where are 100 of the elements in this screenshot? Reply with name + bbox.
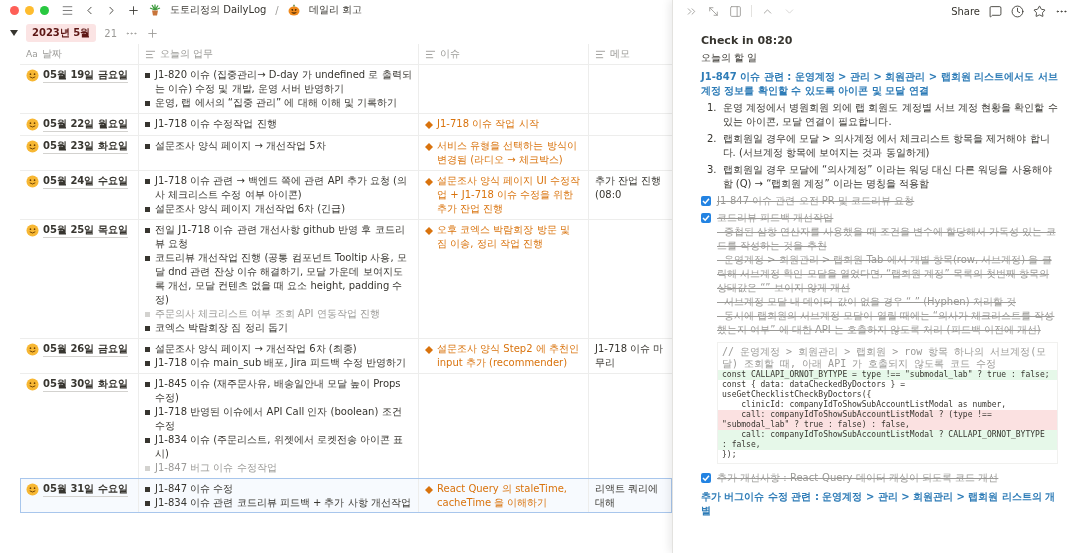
star-icon[interactable] bbox=[1033, 4, 1046, 18]
task-text: 설문조사 양식 페이지 → 개선작업 6차 (최종) bbox=[155, 342, 357, 356]
breadcrumb-separator: / bbox=[275, 4, 279, 16]
memo-text: 리액트 쿼리에 대해 bbox=[595, 482, 660, 510]
checkbox[interactable] bbox=[701, 196, 711, 206]
todo-text: 추가 개선사항 : React-Query 데이터 캐싱이 되도록 코드 개선 bbox=[717, 471, 999, 485]
todo-text: 코드리뷰 피드백 개선작업 bbox=[717, 211, 835, 225]
task-text: J1-834 이슈 관련 코드리뷰 피드백 + 추가 사항 개선작업 bbox=[155, 496, 411, 510]
task-text: 설문조사 양식 페이지 개선작업 6차 (긴급) bbox=[155, 202, 346, 216]
task-text: 코드리뷰 개선작업 진행 (공통 컴포넌트 Tooltip 사용, 모달 dnd 관련 잔상 이슈 해결하기, 모달 가운데 보여지도록 개선, 모달 컨텐츠 없을 때 요소 height, padding 수정) bbox=[155, 251, 408, 307]
task-text: J1-718 이슈 main_sub 배포, Jira 피드백 수정 반영하기 bbox=[155, 356, 407, 370]
task-text: J1-847 이슈 수정 bbox=[155, 482, 234, 496]
task-text: J1-845 이슈 (재주문사유, 배송일안내 모달 높이 Props 수정) bbox=[155, 377, 402, 405]
todo-note: - 중첩된 삼항 연산자를 사용했을 때 조건을 변수에 할당해서 가독성 있는 코드를 작성하는 것을 추천 bbox=[717, 225, 1057, 253]
list-number: 2. bbox=[707, 132, 717, 146]
text-type-icon bbox=[425, 48, 436, 60]
todo-note: - 서브계정 모달 내 데이터 값이 없을 경우 “-” (Hyphen) 처리할 것 bbox=[717, 295, 1017, 309]
breadcrumb-link[interactable]: 도토리정의 DailyLog bbox=[170, 3, 267, 17]
list-item-text: 운영 계정에서 병원회원 외에 랩 회원도 계정별 서브 계정 현황을 확인할 수 있는 아이콘, 모달 연결이 필요합니다. bbox=[722, 101, 1058, 129]
paragraph: 오늘의 할 일 bbox=[701, 51, 759, 65]
share-button[interactable]: Share bbox=[951, 5, 980, 17]
issue-text: React Query 의 staleTime, cacheTime 을 이해하기 bbox=[437, 482, 568, 510]
breadcrumb-link[interactable]: 데일리 회고 bbox=[308, 3, 362, 17]
text-type-icon bbox=[595, 48, 606, 60]
smiley-icon bbox=[26, 224, 39, 237]
task-text: J1-834 이슈 (주문리스트, 위젯에서 로켓전송 아이콘 표시) bbox=[155, 433, 405, 461]
issue-text: 설문조사 양식 Step2 에 추천인 input 추가 (recommender) bbox=[437, 342, 580, 370]
task-text: J1-820 이슈 (집중관리→ D-day 가 undefined 로 출력되는 이슈) 수정 및 개발, 운영 서버 반영하기 bbox=[155, 68, 412, 96]
comment-icon[interactable] bbox=[989, 4, 1002, 18]
table-row[interactable]: 05월 24일 수요일 J1-718 이슈 관련 → 백엔드 쪽에 관련 API 추가 요청 (의사 체크리스트 수정 여부 아이콘) 설문조사 양식 페이지 개선작업 6차 (긴급) 설문조사 양식 페이지 UI 수정작업 + J1-718 이슈 수정을 위한 추가 잔업 진행 추가 잔업 진행 (08:0 bbox=[20, 170, 672, 219]
smiley-icon bbox=[26, 343, 39, 356]
smiley-icon bbox=[26, 118, 39, 131]
task-text: 운영, 랩 에서의 “집중 관리” 에 대해 이해 및 기록하기 bbox=[155, 96, 398, 110]
smiley-icon bbox=[26, 69, 39, 82]
group-count: 21 bbox=[104, 27, 117, 39]
table-row[interactable] bbox=[20, 219, 672, 338]
table-row[interactable]: 05월 31일 수요일 J1-847 이슈 수정 J1-834 이슈 관련 코드리뷰 피드백 + 추가 사항 개선작업 React Query 의 staleTime, cacheTime 을 이해하기 리액트 쿼리에 대해 bbox=[20, 478, 672, 513]
table-row[interactable]: 05월 23일 화요일 설문조사 양식 페이지 → 개선작업 5차 서비스 유형을 선택하는 방식이 변경됨 (라디오 → 체크박스) bbox=[20, 135, 672, 170]
text-type-icon bbox=[145, 48, 156, 60]
date-title[interactable]: 05월 31일 수요일 bbox=[43, 482, 128, 497]
panel-icon[interactable] bbox=[729, 4, 742, 18]
expand-icon[interactable] bbox=[707, 4, 720, 18]
date-title[interactable]: 05월 24일 수요일 bbox=[43, 174, 128, 189]
page-title: Check in 08:20 bbox=[701, 34, 794, 48]
issue-text: 서비스 유형을 선택하는 방식이 변경됨 (라디오 → 체크박스) bbox=[437, 139, 578, 167]
diamond-icon bbox=[425, 346, 433, 354]
smiley-icon bbox=[26, 175, 39, 188]
date-title[interactable]: 05월 30일 화요일 bbox=[43, 377, 128, 392]
date-title[interactable]: 05월 19일 금요일 bbox=[43, 68, 128, 83]
diamond-icon bbox=[425, 227, 433, 235]
smiley-icon bbox=[26, 483, 39, 496]
task-text: 전일 J1-718 이슈 관련 개선사항 github 반영 후 코드리뷰 요청 bbox=[155, 223, 406, 251]
list-item-text: 랩회원일 경우 모달에 “의사계정” 이라는 워딩 대신 다른 워딩을 사용해야 함 (Q) → “랩회원 계정” 이라는 명칭을 적용함 bbox=[722, 163, 1053, 191]
issue-text: J1-718 이슈 작업 시작 bbox=[437, 117, 539, 131]
diamond-icon bbox=[425, 178, 433, 186]
checkbox[interactable] bbox=[701, 213, 711, 223]
table-row[interactable]: 05월 26일 금요일 설문조사 양식 페이지 → 개선작업 6차 (최종) J1-718 이슈 main_sub 배포, Jira 피드백 수정 반영하기 설문조사 양식 Step2 에 추천인 input 추가 (recommender) J1-718 이슈 마무리 bbox=[20, 338, 672, 373]
diamond-icon bbox=[425, 121, 433, 129]
clock-icon[interactable] bbox=[1011, 4, 1024, 18]
toggle-triangle-icon[interactable] bbox=[10, 29, 18, 37]
add-icon[interactable] bbox=[127, 3, 140, 17]
code-line: }); bbox=[721, 450, 738, 460]
section-heading: 추가 버그이슈 수정 관련 : 운영계정 > 관리 > 회원관리 > 랩회원 리스트의 개별 bbox=[701, 490, 1057, 518]
memo-text: J1-718 이슈 마무리 bbox=[595, 342, 665, 370]
date-title[interactable]: 05월 25일 목요일 bbox=[43, 223, 128, 238]
issue-text: 설문조사 양식 페이지 UI 수정작업 + J1-718 이슈 수정을 위한 추가 잔업 진행 bbox=[437, 174, 581, 216]
pumpkin-icon bbox=[287, 4, 300, 16]
close-window-button[interactable] bbox=[10, 5, 19, 15]
group-tag: 2023년 5월 bbox=[26, 24, 97, 42]
list-item-text: 랩회원일 경우에 모달 > 의사계정 에서 체크리스트 항목을 제거해야 합니다. (서브계정 항목에 보여지는 것과 동일하게) bbox=[722, 132, 1051, 160]
diamond-icon bbox=[425, 143, 433, 151]
code-line: // 운영계정 > 회원관리 > 랩회원 > row 항목 하나의 서브계정(모달) 조회할 때, 아래 API 가 호출되지 않도록 코드 수정 bbox=[721, 346, 1048, 370]
menu-icon[interactable] bbox=[61, 3, 74, 17]
zoom-window-button[interactable] bbox=[40, 5, 49, 15]
todo-note: - 운영계정 > 회원관리 > 랩회원 Tab 에서 개별 항목(row, 서브계정) 을 클릭해 서브계정 확인 모달을 열었다면, “랩회원 계정” 목록의 첫번째 항목의 상태값은 “” 보이지 않게 개선 bbox=[717, 253, 1053, 295]
date-title[interactable]: 05월 26일 금요일 bbox=[43, 342, 128, 357]
task-text: J1-847 버그 이슈 수정작업 bbox=[155, 461, 277, 475]
list-number: 1. bbox=[707, 101, 717, 115]
date-title[interactable]: 05월 22일 월요일 bbox=[43, 117, 128, 132]
issue-text: 오후 코엑스 박람회장 방문 및 짐 이송, 정리 작업 진행 bbox=[437, 223, 571, 251]
task-text: 주문의사 체크리스트 여부 조회 API 연동작업 진행 bbox=[155, 307, 380, 321]
task-text: 코엑스 박람회장 짐 정리 돕기 bbox=[155, 321, 288, 335]
checkbox[interactable] bbox=[701, 473, 711, 483]
list-number: 3. bbox=[707, 163, 717, 177]
code-line: clinicId: companyIdToShowSubAccountListModal as number, bbox=[740, 400, 1008, 410]
todo-text: J1-847 이슈 관련 오전 PR 및 코드리뷰 요청 bbox=[717, 194, 915, 208]
title-type-icon: Aa bbox=[26, 49, 38, 59]
task-text: J1-718 반영된 이슈에서 API Call 인자 (boolean) 조건 수정 bbox=[155, 405, 403, 433]
smiley-icon bbox=[26, 140, 39, 153]
task-text: 설문조사 양식 페이지 → 개선작업 5차 bbox=[155, 139, 326, 153]
task-text: J1-718 이슈 수정작업 진행 bbox=[155, 117, 277, 131]
section-heading: J1-847 이슈 관련 : 운영계정 > 관리 > 회원관리 > 랩회원 리스트에서도 서브계정 정보를 확인할 수 있도록 아이콘 및 모달 연결 bbox=[701, 70, 1058, 98]
date-title[interactable]: 05월 23일 화요일 bbox=[43, 139, 128, 154]
smiley-icon bbox=[26, 378, 39, 391]
table-row[interactable]: 05월 22일 월요일 J1-718 이슈 수정작업 진행 J1-718 이슈 작업 시작 bbox=[20, 113, 672, 135]
minimize-window-button[interactable] bbox=[25, 5, 34, 15]
memo-text: 추가 잔업 진행 (08:0 bbox=[595, 174, 663, 202]
diamond-icon bbox=[425, 486, 433, 494]
task-text: J1-718 이슈 관련 → 백엔드 쪽에 관련 API 추가 요청 (의사 체크리스트 수정 여부 아이콘) bbox=[155, 174, 408, 202]
table-row[interactable]: 05월 19일 금요일 J1-820 이슈 (집중관리→ D-day 가 undefined 로 출력되는 이슈) 수정 및 개발, 운영 서버 반영하기 운영, 랩 에서의 “집중 관리” 에 대해 이해 및 기록하기 bbox=[20, 64, 672, 113]
